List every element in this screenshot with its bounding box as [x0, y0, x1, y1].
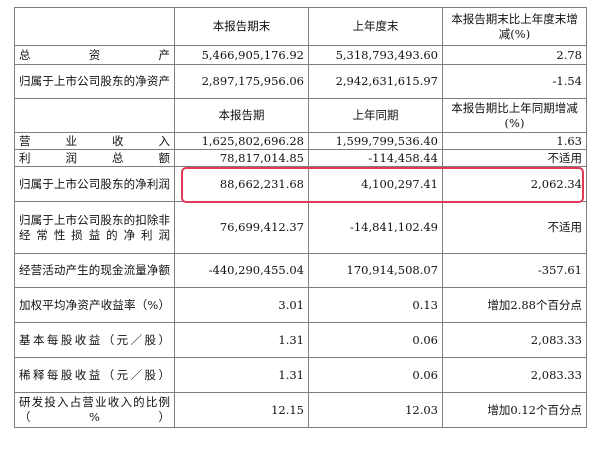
value-change: -1.54 — [442, 64, 587, 99]
financial-summary-table: 本报告期末 上年度末 本报告期末比上年度末增减(%) 总资产 5,466,905… — [14, 7, 587, 428]
table-row: 归属于上市公司股东的扣除非经常性损益的净利润 76,699,412.37 -14… — [14, 201, 587, 254]
table-row: 营业收入 1,625,802,696.28 1,599,799,536.40 1… — [14, 132, 587, 150]
row-label: 归属于上市公司股东的净资产 — [14, 64, 175, 99]
value-change: 2,083.33 — [442, 322, 587, 358]
value-prior: -114,458.44 — [308, 149, 443, 167]
value-prior: 0.13 — [308, 287, 443, 323]
value-current: 2,897,175,956.06 — [174, 64, 309, 99]
row-label: 稀释每股收益（元／股） — [14, 357, 175, 393]
header-change-vs-year-end: 本报告期末比上年度末增减(%) — [442, 7, 587, 46]
financial-table-container: 本报告期末 上年度末 本报告期末比上年度末增减(%) 总资产 5,466,905… — [14, 7, 587, 428]
row-label: 总资产 — [14, 45, 175, 65]
row-label: 营业收入 — [14, 132, 175, 150]
value-prior: 170,914,508.07 — [308, 253, 443, 288]
value-current: 76,699,412.37 — [174, 201, 309, 254]
row-label: 归属于上市公司股东的净利润 — [14, 166, 175, 202]
value-current: 78,817,014.85 — [174, 149, 309, 167]
header-row-period: 本报告期 上年同期 本报告期比上年同期增减(%) — [14, 98, 587, 133]
header-cell-blank — [14, 98, 175, 133]
header-current-period: 本报告期 — [174, 98, 309, 133]
header-change-vs-prior-period: 本报告期比上年同期增减(%) — [442, 98, 587, 133]
value-prior: 12.03 — [308, 392, 443, 428]
value-prior: 2,942,631,615.97 — [308, 64, 443, 99]
table-row: 归属于上市公司股东的净资产 2,897,175,956.06 2,942,631… — [14, 64, 587, 99]
table-row: 基本每股收益（元／股） 1.31 0.06 2,083.33 — [14, 322, 587, 358]
value-change: 增加2.88个百分点 — [442, 287, 587, 323]
value-current: -440,290,455.04 — [174, 253, 309, 288]
value-change: 1.63 — [442, 132, 587, 150]
table-row: 总资产 5,466,905,176.92 5,318,793,493.60 2.… — [14, 45, 587, 65]
table-row: 加权平均净资产收益率（%） 3.01 0.13 增加2.88个百分点 — [14, 287, 587, 323]
table-row: 研发投入占营业收入的比例（%） 12.15 12.03 增加0.12个百分点 — [14, 392, 587, 428]
value-change: -357.61 — [442, 253, 587, 288]
table-row: 稀释每股收益（元／股） 1.31 0.06 2,083.33 — [14, 357, 587, 393]
header-prior-period: 上年同期 — [308, 98, 443, 133]
table-row-highlighted: 归属于上市公司股东的净利润 88,662,231.68 4,100,297.41… — [14, 166, 587, 202]
header-row-period-end: 本报告期末 上年度末 本报告期末比上年度末增减(%) — [14, 7, 587, 46]
header-cell-blank — [14, 7, 175, 46]
value-current: 12.15 — [174, 392, 309, 428]
value-prior: 5,318,793,493.60 — [308, 45, 443, 65]
value-prior: -14,841,102.49 — [308, 201, 443, 254]
value-change: 不适用 — [442, 201, 587, 254]
value-current: 88,662,231.68 — [174, 166, 309, 202]
row-label: 加权平均净资产收益率（%） — [14, 287, 175, 323]
table-row: 经营活动产生的现金流量净额 -440,290,455.04 170,914,50… — [14, 253, 587, 288]
value-change: 2,083.33 — [442, 357, 587, 393]
value-current: 1.31 — [174, 357, 309, 393]
table-row: 利润总额 78,817,014.85 -114,458.44 不适用 — [14, 149, 587, 167]
value-prior: 4,100,297.41 — [308, 166, 443, 202]
value-change: 2,062.34 — [442, 166, 587, 202]
value-prior: 1,599,799,536.40 — [308, 132, 443, 150]
header-period-end: 本报告期末 — [174, 7, 309, 46]
value-current: 1.31 — [174, 322, 309, 358]
row-label: 经营活动产生的现金流量净额 — [14, 253, 175, 288]
value-prior: 0.06 — [308, 322, 443, 358]
value-change: 增加0.12个百分点 — [442, 392, 587, 428]
value-change: 不适用 — [442, 149, 587, 167]
value-change: 2.78 — [442, 45, 587, 65]
row-label: 利润总额 — [14, 149, 175, 167]
value-current: 3.01 — [174, 287, 309, 323]
row-label: 基本每股收益（元／股） — [14, 322, 175, 358]
value-current: 1,625,802,696.28 — [174, 132, 309, 150]
value-prior: 0.06 — [308, 357, 443, 393]
row-label: 研发投入占营业收入的比例（%） — [14, 392, 175, 428]
header-prior-year-end: 上年度末 — [308, 7, 443, 46]
value-current: 5,466,905,176.92 — [174, 45, 309, 65]
row-label: 归属于上市公司股东的扣除非经常性损益的净利润 — [14, 201, 175, 254]
